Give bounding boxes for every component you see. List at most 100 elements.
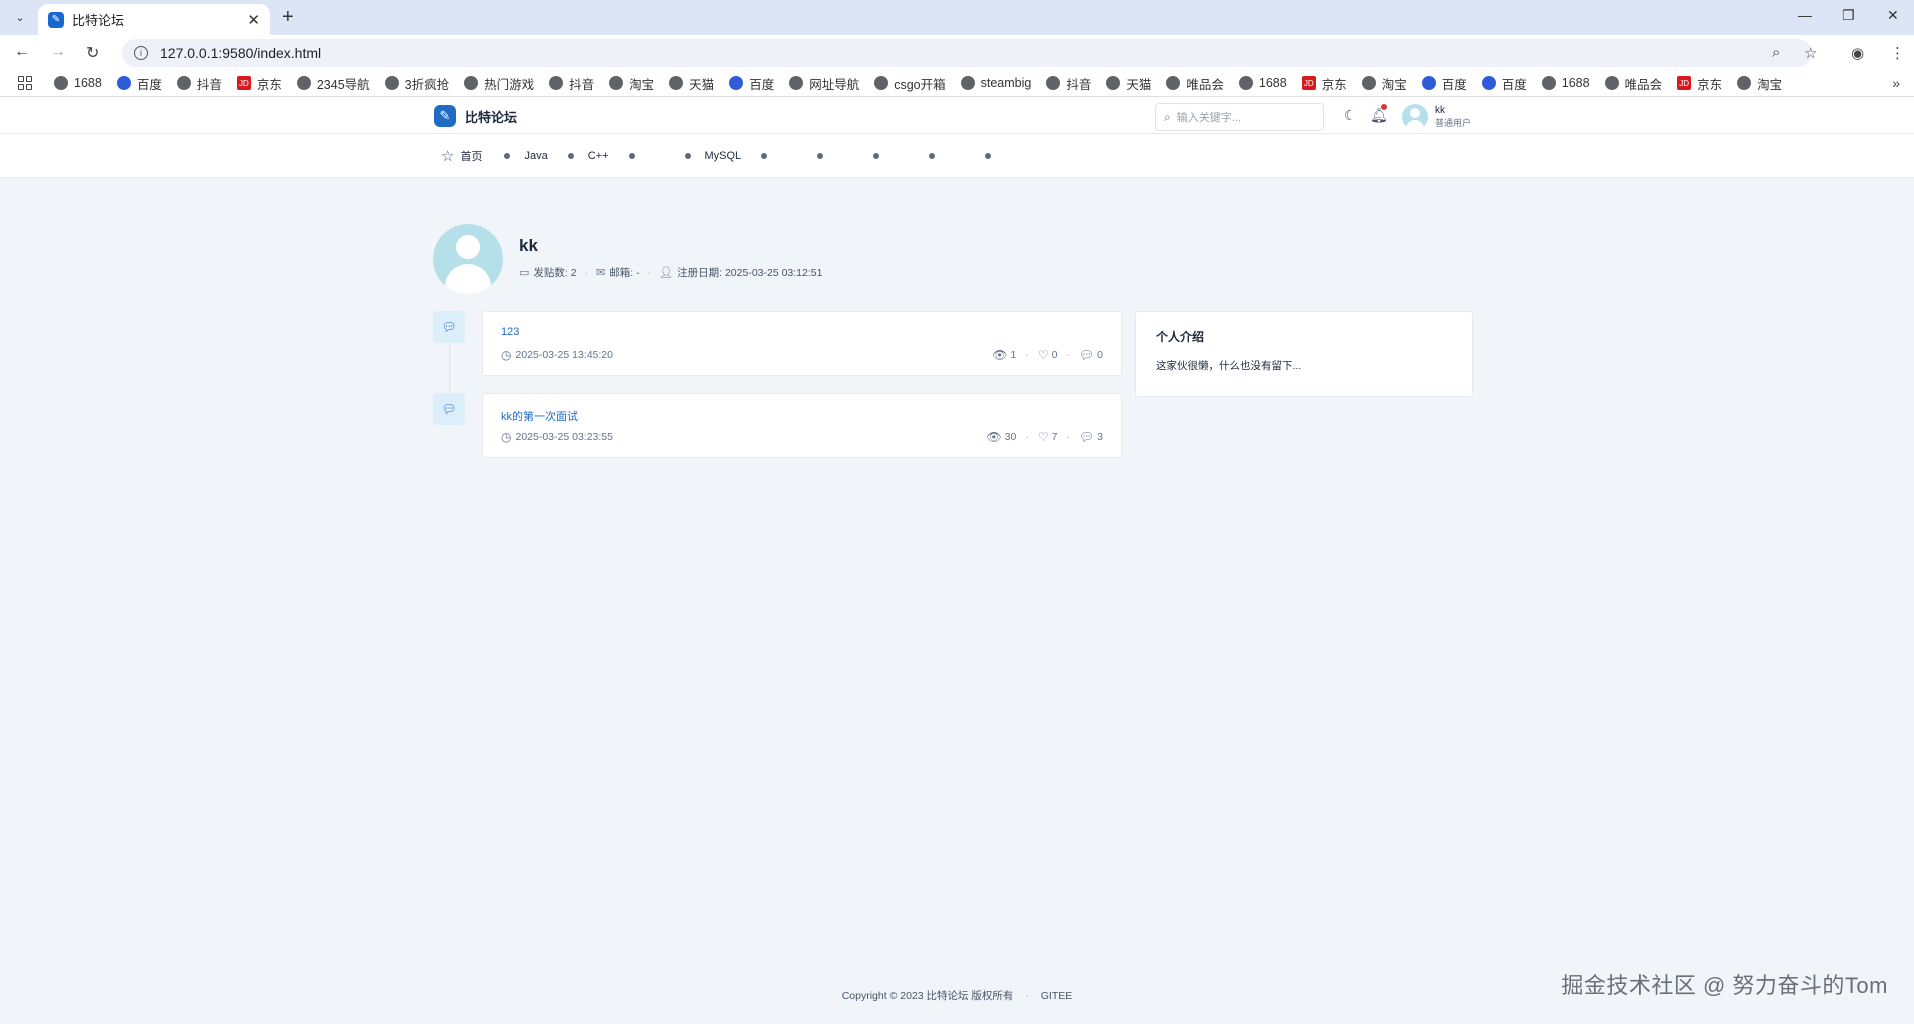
bookmark-item[interactable]: JD 京东: [1677, 74, 1722, 93]
globe-icon: [176, 76, 191, 90]
category-nav: ☆ 首页 Java C++ MySQL: [0, 134, 1914, 178]
new-tab-icon[interactable]: +: [282, 6, 294, 29]
globe-icon: [789, 76, 804, 90]
nav-home[interactable]: ☆ 首页: [441, 147, 482, 165]
bookmark-item[interactable]: 抖音: [176, 74, 222, 93]
clock-icon: ◷: [501, 430, 512, 444]
bookmark-item[interactable]: JD 京东: [1301, 74, 1347, 93]
comment-icon: 💬︎: [1078, 430, 1095, 444]
nav-category[interactable]: Java: [504, 150, 548, 162]
bookmark-item[interactable]: 1688: [1238, 76, 1287, 90]
url-field[interactable]: i 127.0.0.1:9580/index.html: [122, 39, 1812, 67]
bookmark-item[interactable]: 淘宝: [609, 74, 654, 93]
intro-text: 这家伙很懒，什么也没有留下...: [1156, 360, 1302, 372]
back-icon[interactable]: ←: [14, 43, 30, 61]
post-card[interactable]: kk的第一次面试 ◷ 2025-03-25 03:23:55 👁︎ 30 · ♡ 7 …: [482, 393, 1122, 458]
tab-title: 比特论坛: [72, 13, 125, 28]
message-icon: ▭: [519, 267, 530, 279]
bookmark-item[interactable]: 百度: [729, 74, 774, 93]
dark-mode-moon-icon[interactable]: ☾: [1344, 107, 1357, 124]
bookmark-item[interactable]: 抖音: [1046, 74, 1091, 93]
bookmark-label: 淘宝: [1381, 77, 1407, 92]
bookmark-label: 抖音: [1066, 77, 1092, 92]
bookmark-item[interactable]: 网址导航: [789, 74, 859, 93]
bookmark-item[interactable]: csgo开箱: [874, 74, 946, 93]
site-info-icon[interactable]: i: [134, 46, 148, 60]
mail-icon: ✉: [596, 267, 606, 279]
browser-tab[interactable]: ✎ 比特论坛 ✕: [38, 4, 270, 35]
forward-icon[interactable]: →: [50, 43, 66, 61]
bookmark-item[interactable]: 天猫: [669, 74, 714, 93]
bookmark-item[interactable]: 百度: [1481, 74, 1527, 93]
post-title[interactable]: kk的第一次面试: [501, 408, 578, 424]
bookmark-label: 抖音: [196, 77, 222, 92]
bookmark-item[interactable]: 淘宝: [1737, 74, 1782, 93]
bookmark-item[interactable]: 唯品会: [1604, 74, 1662, 93]
clock-icon: ◷: [501, 348, 512, 362]
user-menu[interactable]: kk 普通用户: [1402, 104, 1471, 130]
bookmark-label: 百度: [136, 77, 162, 92]
bookmark-item[interactable]: 天猫: [1106, 74, 1151, 93]
bookmark-item[interactable]: 1688: [54, 76, 102, 90]
nav-category[interactable]: [761, 153, 781, 159]
baidu-icon: [1481, 76, 1496, 90]
user-icon: 👤︎: [659, 267, 674, 279]
restore-icon[interactable]: ❐: [1842, 7, 1855, 24]
bookmark-item[interactable]: 1688: [1541, 76, 1590, 90]
bookmark-item[interactable]: JD 京东: [236, 74, 282, 93]
nav-category[interactable]: MySQL: [684, 150, 741, 162]
window-close-icon[interactable]: ✕: [1887, 7, 1899, 24]
post-card[interactable]: 123 ◷ 2025-03-25 13:45:20 👁︎ 1 · ♡ 0 · 💬︎ 0: [482, 311, 1122, 376]
email: 邮箱: -: [609, 267, 640, 279]
reply-count: 3: [1097, 431, 1103, 443]
gitee-link[interactable]: GITEE: [1041, 990, 1073, 1002]
globe-icon: [384, 76, 399, 90]
reply-count: 0: [1097, 349, 1103, 361]
minimize-icon[interactable]: —: [1798, 7, 1812, 23]
bookmark-label: 京东: [256, 77, 282, 92]
bookmark-item[interactable]: 百度: [116, 74, 162, 93]
heart-icon: ♡: [1037, 348, 1049, 362]
globe-icon: [1238, 76, 1253, 90]
nav-category[interactable]: [873, 153, 893, 159]
nav-category[interactable]: [817, 153, 837, 159]
nav-category[interactable]: [929, 153, 949, 159]
bookmark-item[interactable]: 热门游戏: [464, 74, 534, 93]
timeline-line: [449, 343, 450, 395]
logo-icon: ✎: [434, 105, 456, 127]
browser-menu-icon[interactable]: ⋮: [1890, 44, 1905, 62]
tab-search-icon[interactable]: ⌄: [8, 6, 32, 28]
site-logo[interactable]: ✎ 比特论坛: [434, 105, 517, 127]
bookmarks-overflow-icon[interactable]: »: [1892, 75, 1900, 91]
eye-icon: 👁︎: [992, 348, 1008, 362]
bookmark-star-icon[interactable]: ☆: [1804, 44, 1817, 62]
profile-icon[interactable]: ◉: [1851, 44, 1864, 62]
tab-close-icon[interactable]: ✕: [247, 11, 260, 29]
bookmark-item[interactable]: 抖音: [549, 74, 594, 93]
site-favicon-icon: ✎: [48, 11, 64, 28]
nav-category[interactable]: C++: [567, 150, 609, 162]
zoom-icon[interactable]: ⌕: [1772, 44, 1780, 61]
bookmark-item[interactable]: 淘宝: [1361, 74, 1407, 93]
bookmark-label: steambig: [980, 76, 1032, 90]
post-count: 发贴数: 2: [533, 267, 577, 279]
jd-icon: JD: [1301, 76, 1316, 90]
bookmark-item[interactable]: steambig: [960, 76, 1032, 90]
search-input[interactable]: ⌕ 输入关键字...: [1155, 103, 1324, 131]
address-bar-row: ← → ↻ i 127.0.0.1:9580/index.html ⌕ ☆ ◉ …: [0, 35, 1914, 70]
reload-icon[interactable]: ↻: [86, 43, 99, 63]
post-title[interactable]: 123: [501, 326, 519, 338]
bookmark-item[interactable]: 2345导航: [296, 74, 370, 93]
bookmark-item[interactable]: 唯品会: [1166, 74, 1224, 93]
view-count: 1: [1010, 349, 1017, 361]
watermark: 掘金技术社区 @ 努力奋斗的Tom: [1561, 973, 1888, 998]
bookmark-item[interactable]: 3折疯抢: [384, 74, 449, 93]
bookmark-item[interactable]: 百度: [1421, 74, 1467, 93]
bookmark-label: 百度: [1441, 77, 1467, 92]
apps-grid-icon[interactable]: [18, 76, 32, 90]
globe-icon: [669, 76, 684, 90]
nav-category-label: C++: [587, 150, 609, 162]
category-dot-icon: [817, 153, 824, 159]
nav-category[interactable]: [985, 153, 1005, 159]
nav-category[interactable]: [628, 153, 649, 159]
